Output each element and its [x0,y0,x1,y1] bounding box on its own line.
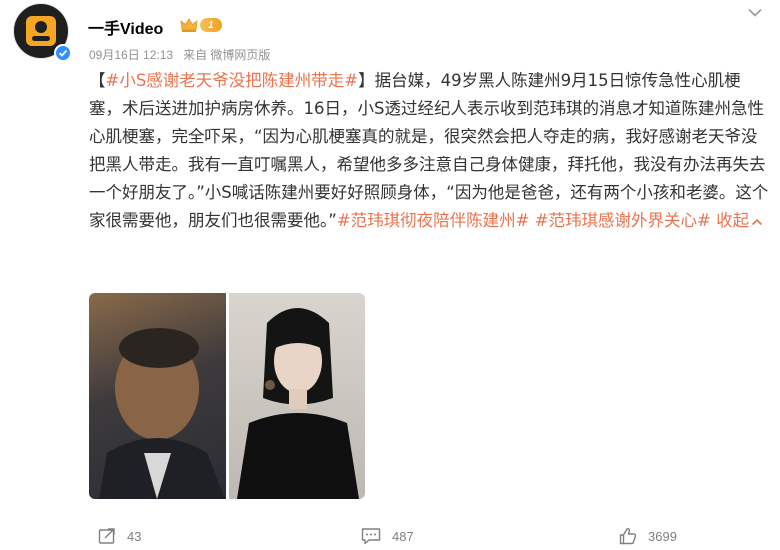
more-chevron-icon[interactable] [744,4,766,20]
post-text-seg: 】据台媒，49岁黑人陈建州9月15日惊传急性心肌梗塞，术后送进加护病房休养。16… [89,71,769,230]
avatar-logo-icon [26,16,56,46]
vip-level-badge: 1 [200,18,222,32]
post-source: 来自 微博网页版 [183,48,271,62]
vip-badge[interactable]: 1 [180,15,226,35]
post-text: 【#小S感谢老天爷没把陈建州带走#】据台媒，49岁黑人陈建州9月15日惊传急性心… [89,67,769,235]
like-button[interactable]: 3699 [618,521,677,550]
comment-count: 487 [392,528,414,544]
avatar-wrap[interactable] [13,3,72,62]
hashtag-link[interactable]: #范玮琪彻夜陪伴陈建州# [337,211,530,230]
comment-icon [361,528,381,545]
chevron-up-icon [752,218,763,225]
hashtag-link[interactable]: #范玮琪感谢外界关心# [535,211,711,230]
post-text-seg: 【 [89,71,106,90]
action-bar: 43 487 3699 [0,521,780,550]
post-meta: 09月16日 12:13 来自 微博网页版 [89,46,270,63]
collapse-link[interactable]: 收起 [716,211,763,230]
forward-count: 43 [127,528,142,544]
crown-icon [180,16,198,34]
photo-woman[interactable] [228,293,365,499]
verified-icon [54,44,72,62]
forward-button[interactable]: 43 [97,521,141,550]
post-date[interactable]: 09月16日 12:13 [89,46,173,63]
photo-man[interactable] [89,293,226,499]
hashtag-link[interactable]: #小S感谢老天爷没把陈建州带走# [106,71,359,90]
user-name[interactable]: 一手Video [88,15,163,39]
forward-icon [98,528,115,544]
comment-button[interactable]: 487 [360,521,414,550]
like-count: 3699 [648,528,677,544]
like-icon [619,528,637,545]
post-photos [89,293,365,499]
